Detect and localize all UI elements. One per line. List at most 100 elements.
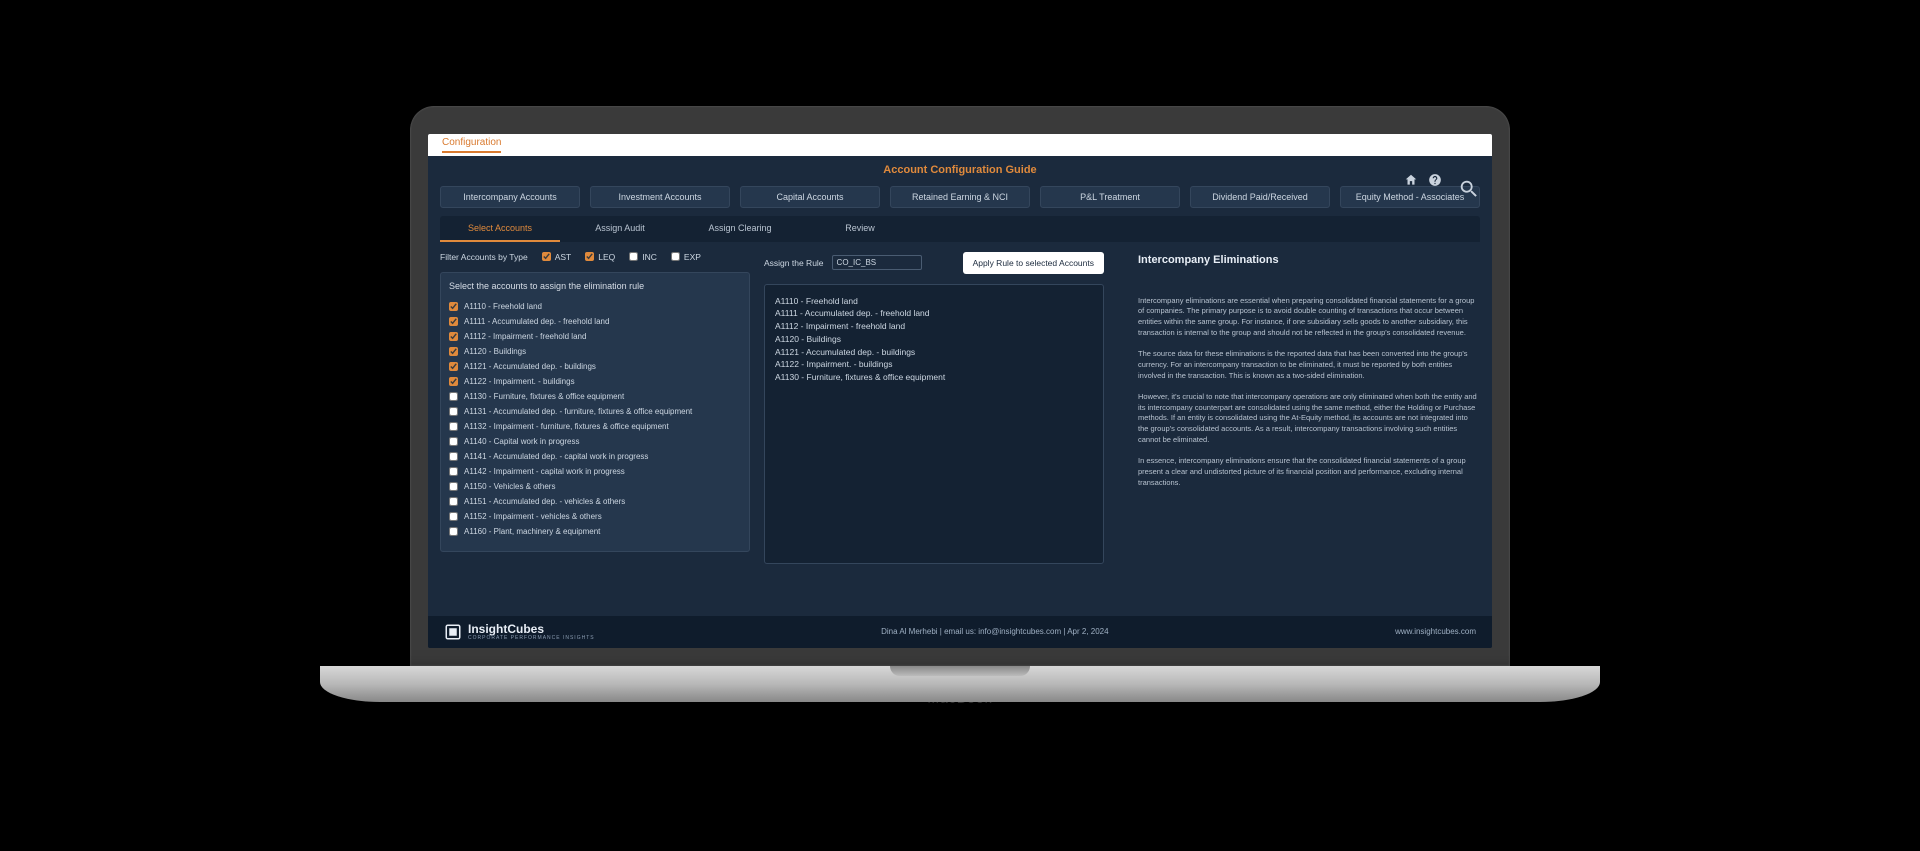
footer: InsightCubes CORPORATE PERFORMANCE INSIG… [428, 616, 1492, 648]
account-checkbox[interactable] [449, 527, 458, 536]
account-item[interactable]: A1132 - Impairment - furniture, fixtures… [449, 419, 737, 434]
account-checkbox[interactable] [449, 392, 458, 401]
assign-label: Assign the Rule [764, 258, 824, 268]
account-panel-header: Select the accounts to assign the elimin… [449, 281, 743, 291]
filter-label-text: LEQ [598, 252, 615, 262]
filter-leq[interactable]: LEQ [585, 252, 615, 262]
filter-checkbox-leq[interactable] [585, 252, 594, 261]
info-column: Intercompany Eliminations Intercompany e… [1118, 252, 1480, 564]
selected-accounts-panel: A1110 - Freehold landA1111 - Accumulated… [764, 284, 1104, 564]
laptop-base [320, 666, 1600, 702]
account-checkbox[interactable] [449, 452, 458, 461]
account-checkbox[interactable] [449, 437, 458, 446]
account-checkbox[interactable] [449, 407, 458, 416]
account-item[interactable]: A1122 - Impairment. - buildings [449, 374, 737, 389]
center-column: Assign the Rule Apply Rule to selected A… [764, 252, 1104, 564]
account-item[interactable]: A1142 - Impairment - capital work in pro… [449, 464, 737, 479]
account-label: A1110 - Freehold land [464, 302, 542, 311]
account-checkbox[interactable] [449, 377, 458, 386]
account-label: A1130 - Furniture, fixtures & office equ… [464, 392, 624, 401]
brand-logo: InsightCubes CORPORATE PERFORMANCE INSIG… [444, 622, 595, 641]
subtab-select-accounts[interactable]: Select Accounts [440, 216, 560, 242]
selected-account-line: A1121 - Accumulated dep. - buildings [775, 346, 1093, 359]
selected-account-line: A1110 - Freehold land [775, 295, 1093, 308]
account-label: A1160 - Plant, machinery & equipment [464, 527, 600, 536]
account-checkbox[interactable] [449, 482, 458, 491]
account-item[interactable]: A1112 - Impairment - freehold land [449, 329, 737, 344]
account-label: A1122 - Impairment. - buildings [464, 377, 575, 386]
account-label: A1121 - Accumulated dep. - buildings [464, 362, 596, 371]
info-paragraph: The source data for these eliminations i… [1138, 349, 1480, 382]
pill-investment-accounts[interactable]: Investment Accounts [590, 186, 730, 208]
header: Account Configuration Guide [428, 156, 1492, 184]
category-pills: Intercompany Accounts Investment Accounts… [428, 186, 1492, 208]
top-tab-bar: Configuration [428, 134, 1492, 156]
account-label: A1151 - Accumulated dep. - vehicles & ot… [464, 497, 625, 506]
account-item[interactable]: A1150 - Vehicles & others [449, 479, 737, 494]
account-checkbox[interactable] [449, 347, 458, 356]
info-paragraph: Intercompany eliminations are essential … [1138, 296, 1480, 340]
account-item[interactable]: A1111 - Accumulated dep. - freehold land [449, 314, 737, 329]
apply-rule-button[interactable]: Apply Rule to selected Accounts [963, 252, 1104, 274]
account-item[interactable]: A1151 - Accumulated dep. - vehicles & ot… [449, 494, 737, 509]
info-paragraph: However, it's crucial to note that inter… [1138, 392, 1480, 446]
help-icon[interactable] [1428, 173, 1442, 192]
account-item[interactable]: A1130 - Furniture, fixtures & office equ… [449, 389, 737, 404]
search-icon[interactable] [1458, 178, 1480, 205]
account-checkbox[interactable] [449, 317, 458, 326]
account-checkbox[interactable] [449, 467, 458, 476]
footer-center: Dina Al Merhebi | email us: info@insight… [595, 627, 1395, 636]
filter-ast[interactable]: AST [542, 252, 572, 262]
account-checkbox[interactable] [449, 362, 458, 371]
selected-account-line: A1112 - Impairment - freehold land [775, 320, 1093, 333]
filter-checkbox-exp[interactable] [671, 252, 680, 261]
account-label: A1120 - Buildings [464, 347, 526, 356]
pill-intercompany-accounts[interactable]: Intercompany Accounts [440, 186, 580, 208]
filter-inc[interactable]: INC [629, 252, 657, 262]
pill-p-l-treatment[interactable]: P&L Treatment [1040, 186, 1180, 208]
filter-exp[interactable]: EXP [671, 252, 701, 262]
tab-configuration[interactable]: Configuration [442, 137, 501, 153]
account-item[interactable]: A1131 - Accumulated dep. - furniture, fi… [449, 404, 737, 419]
filter-checkbox-inc[interactable] [629, 252, 638, 261]
filter-label-text: EXP [684, 252, 701, 262]
account-label: A1152 - Impairment - vehicles & others [464, 512, 602, 521]
account-checkbox[interactable] [449, 497, 458, 506]
pill-dividend-paid-received[interactable]: Dividend Paid/Received [1190, 186, 1330, 208]
filter-checkbox-ast[interactable] [542, 252, 551, 261]
account-label: A1131 - Accumulated dep. - furniture, fi… [464, 407, 692, 416]
filter-label: Filter Accounts by Type [440, 252, 528, 262]
account-item[interactable]: A1160 - Plant, machinery & equipment [449, 524, 737, 539]
filter-row: Filter Accounts by Type AST LEQ INC EXP [440, 252, 750, 262]
account-item[interactable]: A1120 - Buildings [449, 344, 737, 359]
account-label: A1111 - Accumulated dep. - freehold land [464, 317, 609, 326]
account-label: A1140 - Capital work in progress [464, 437, 579, 446]
home-icon[interactable] [1404, 173, 1418, 192]
rule-input[interactable] [832, 255, 922, 270]
pill-capital-accounts[interactable]: Capital Accounts [740, 186, 880, 208]
pill-retained-earning-nci[interactable]: Retained Earning & NCI [890, 186, 1030, 208]
brand-tagline: CORPORATE PERFORMANCE INSIGHTS [468, 635, 595, 641]
info-body: Intercompany eliminations are essential … [1138, 296, 1480, 489]
account-item[interactable]: A1141 - Accumulated dep. - capital work … [449, 449, 737, 464]
selected-account-line: A1122 - Impairment. - buildings [775, 358, 1093, 371]
info-title: Intercompany Eliminations [1138, 254, 1480, 266]
account-checkbox[interactable] [449, 332, 458, 341]
account-item[interactable]: A1152 - Impairment - vehicles & others [449, 509, 737, 524]
subtab-assign-clearing[interactable]: Assign Clearing [680, 216, 800, 242]
footer-url: www.insightcubes.com [1395, 627, 1476, 636]
filter-label-text: INC [642, 252, 657, 262]
account-checkbox[interactable] [449, 302, 458, 311]
subtab-row: Select AccountsAssign AuditAssign Cleari… [440, 216, 1480, 242]
account-item[interactable]: A1110 - Freehold land [449, 299, 737, 314]
account-list[interactable]: A1110 - Freehold land A1111 - Accumulated… [449, 299, 743, 539]
subtab-review[interactable]: Review [800, 216, 920, 242]
selected-account-line: A1111 - Accumulated dep. - freehold land [775, 307, 1093, 320]
account-checkbox[interactable] [449, 422, 458, 431]
account-item[interactable]: A1121 - Accumulated dep. - buildings [449, 359, 737, 374]
subtab-assign-audit[interactable]: Assign Audit [560, 216, 680, 242]
account-label: A1112 - Impairment - freehold land [464, 332, 586, 341]
account-checkbox[interactable] [449, 512, 458, 521]
account-item[interactable]: A1140 - Capital work in progress [449, 434, 737, 449]
left-column: Filter Accounts by Type AST LEQ INC EXP Sel… [440, 252, 750, 564]
